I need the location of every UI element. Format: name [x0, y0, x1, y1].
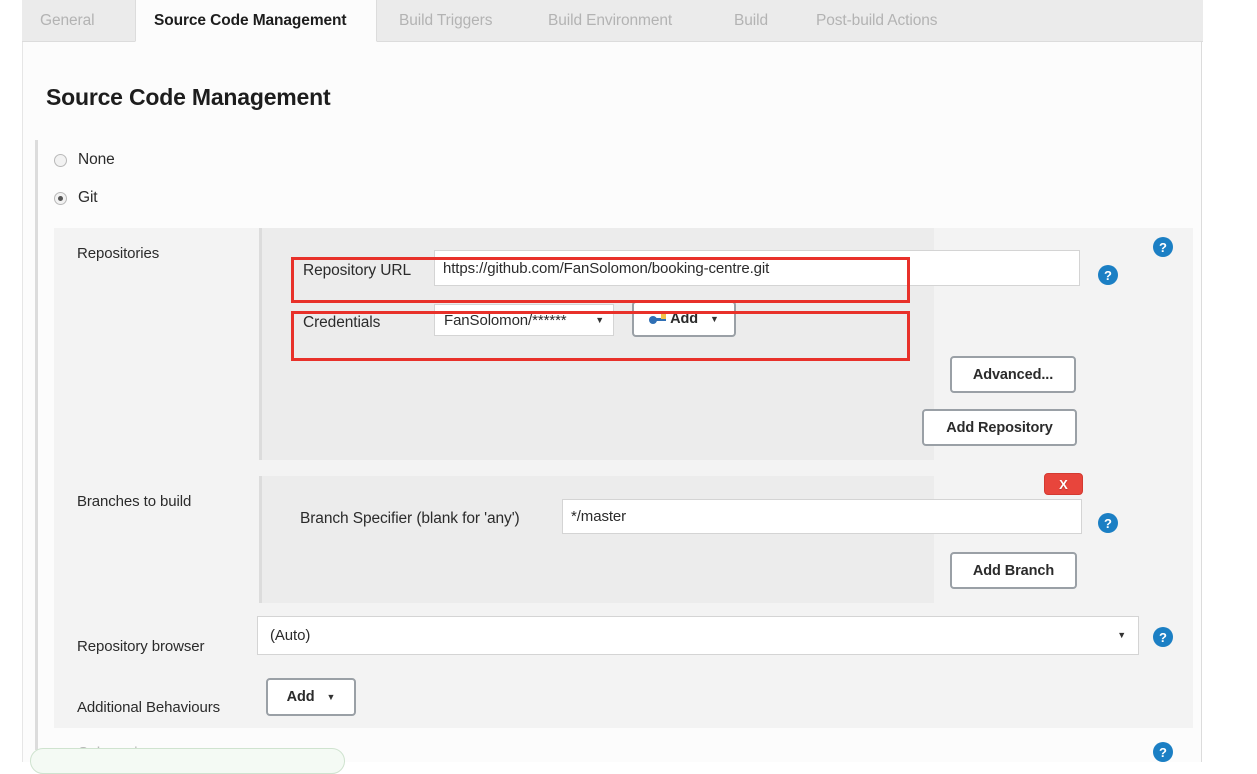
add-repository-button[interactable]: Add Repository — [922, 409, 1077, 446]
credentials-label: Credentials — [303, 314, 381, 331]
chevron-down-icon: ▼ — [595, 314, 604, 325]
help-icon-repositories[interactable]: ? — [1153, 237, 1173, 257]
branches-panel — [259, 476, 934, 603]
help-icon-branch-specifier[interactable]: ? — [1098, 513, 1118, 533]
radio-none[interactable] — [54, 153, 67, 167]
add-behaviour-button[interactable]: Add ▼ — [266, 678, 356, 716]
git-settings-area: Repositories Repository URL https://gith… — [54, 228, 1193, 728]
chevron-down-icon: ▼ — [326, 691, 336, 702]
help-icon-subversion[interactable]: ? — [1153, 742, 1173, 762]
repositories-label: Repositories — [77, 245, 160, 262]
tab-build-triggers[interactable]: Build Triggers — [381, 0, 526, 42]
tab-build-environment[interactable]: Build Environment — [530, 0, 710, 42]
radio-git[interactable] — [54, 191, 67, 205]
chevron-down-icon: ▼ — [1117, 630, 1126, 640]
scm-option-none[interactable]: None — [54, 148, 115, 172]
tab-build[interactable]: Build — [716, 0, 792, 42]
tab-source-code-management[interactable]: Source Code Management — [135, 0, 377, 42]
repository-url-label: Repository URL — [303, 262, 412, 279]
add-credentials-button[interactable]: Add ▼ — [632, 301, 736, 337]
repository-url-input[interactable]: https://github.com/FanSolomon/booking-ce… — [434, 250, 1080, 286]
branch-specifier-label: Branch Specifier (blank for 'any') — [300, 510, 520, 527]
key-icon — [649, 313, 667, 326]
add-credentials-label: Add — [670, 311, 699, 327]
tab-general[interactable]: General — [22, 0, 135, 42]
repository-browser-select[interactable]: (Auto) ▼ — [257, 616, 1139, 655]
tab-post-build-actions[interactable]: Post-build Actions — [798, 0, 979, 42]
help-icon-repository-browser[interactable]: ? — [1153, 627, 1173, 647]
scm-option-none-label: None — [78, 151, 115, 168]
branch-specifier-input[interactable]: */master — [562, 499, 1082, 534]
jenkins-job-config-page: General Source Code Management Build Tri… — [0, 0, 1257, 774]
repository-browser-value: (Auto) — [270, 627, 311, 644]
additional-behaviours-label: Additional Behaviours — [77, 699, 220, 716]
bottom-rounded-artifact — [30, 748, 345, 774]
credentials-select-value: FanSolomon/****** — [444, 311, 567, 329]
help-icon-repository-url[interactable]: ? — [1098, 265, 1118, 285]
credentials-select[interactable]: FanSolomon/****** ▼ — [434, 304, 614, 336]
branches-to-build-label: Branches to build — [77, 493, 192, 510]
chevron-down-icon: ▼ — [710, 313, 719, 324]
repository-browser-label: Repository browser — [77, 638, 205, 655]
add-branch-button[interactable]: Add Branch — [950, 552, 1077, 589]
advanced-button[interactable]: Advanced... — [950, 356, 1076, 393]
scm-section: None Git Repositories Repository URL htt… — [35, 140, 1193, 762]
scm-option-git[interactable]: Git — [54, 186, 98, 210]
page-title: Source Code Management — [46, 84, 331, 110]
config-tab-bar: General Source Code Management Build Tri… — [22, 0, 1203, 42]
scm-option-git-label: Git — [78, 189, 98, 206]
add-behaviour-label: Add — [286, 689, 315, 705]
delete-branch-button[interactable]: X — [1044, 473, 1083, 495]
